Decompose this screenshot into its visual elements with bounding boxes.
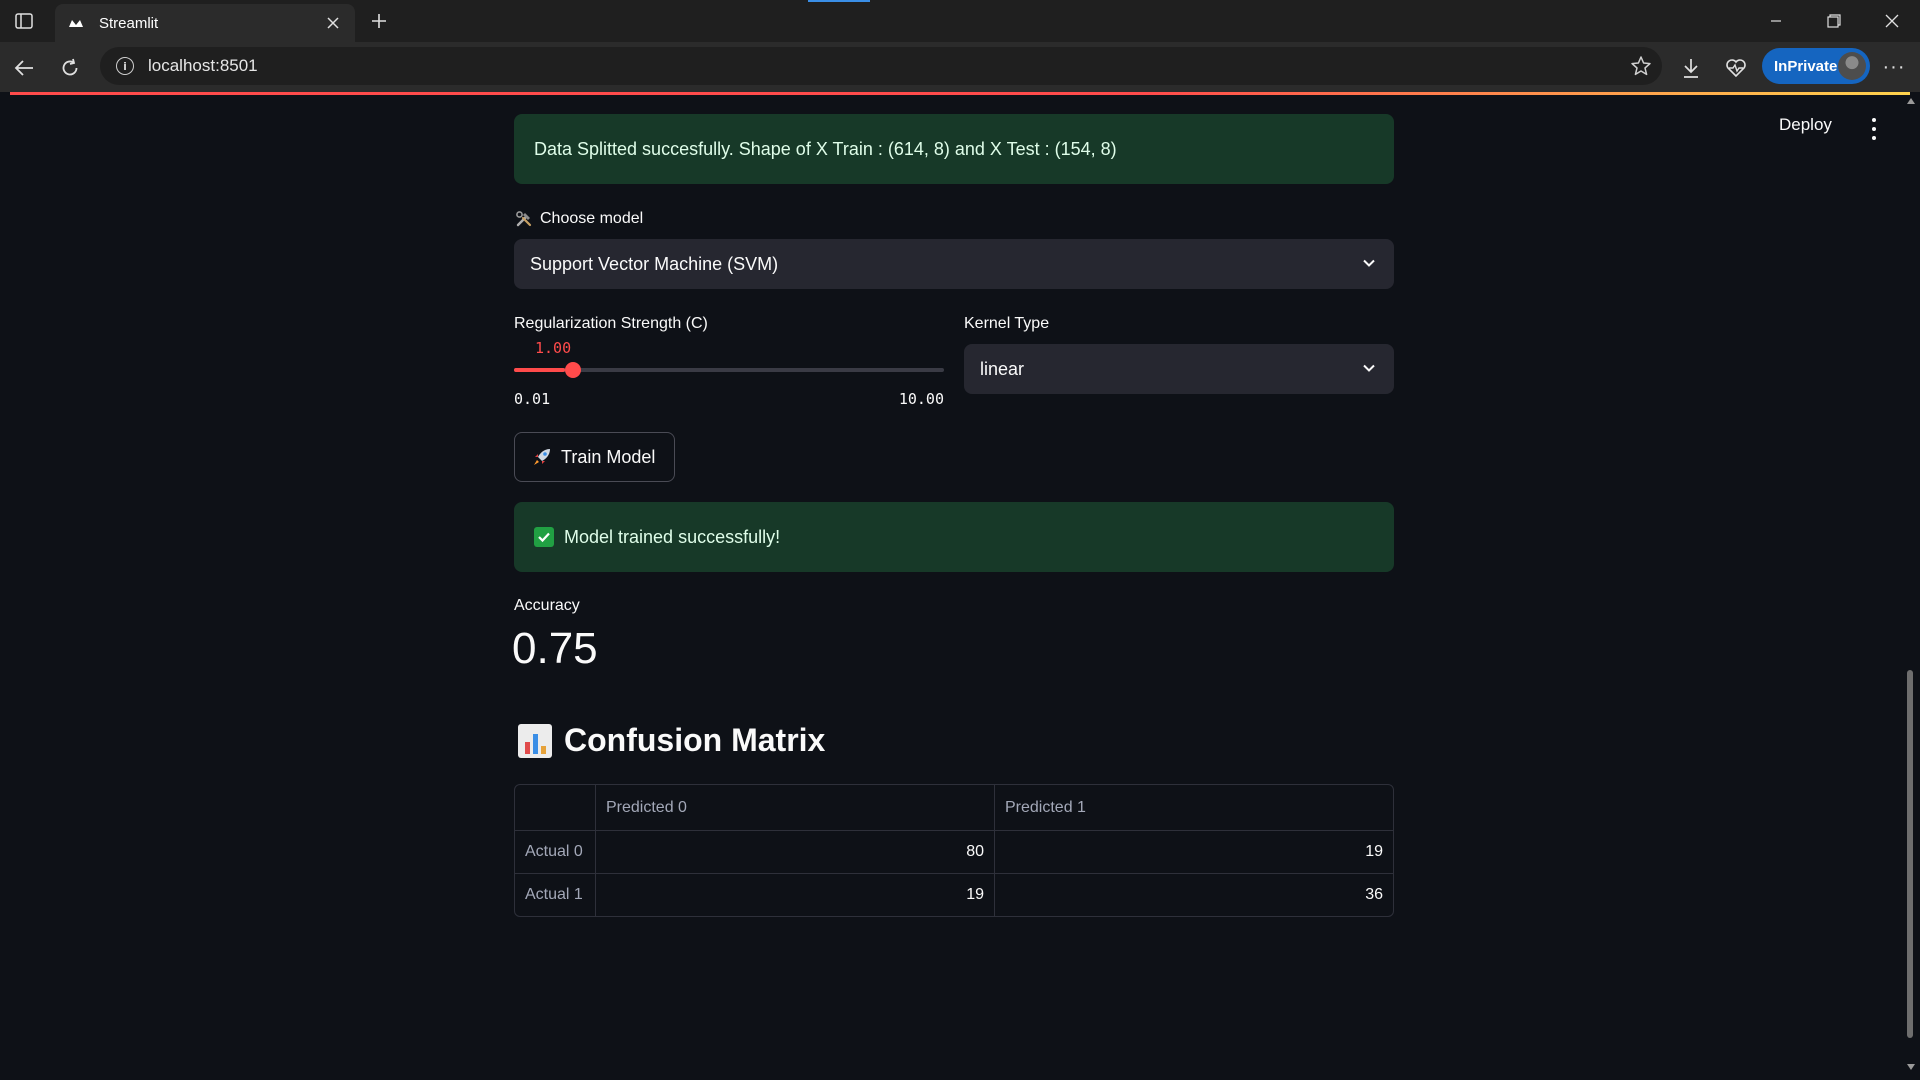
browser-titlebar: Streamlit — [0, 0, 1920, 42]
avatar — [1838, 52, 1866, 80]
close-icon[interactable] — [323, 13, 343, 33]
inprivate-label: InPrivate — [1774, 57, 1838, 75]
kernel-select-value: linear — [980, 358, 1025, 379]
table-cell[interactable]: 36 — [994, 874, 1393, 916]
more-icon[interactable]: ··· — [1880, 56, 1908, 78]
tools-icon — [514, 209, 534, 229]
restore-icon[interactable] — [1812, 6, 1856, 36]
scrollbar[interactable] — [1905, 98, 1915, 1070]
table-cell[interactable]: 80 — [595, 831, 994, 873]
column-header[interactable]: Predicted 0 — [595, 785, 994, 830]
scroll-up-arrow[interactable] — [1907, 98, 1915, 104]
scroll-thumb[interactable] — [1907, 670, 1913, 1038]
confusion-matrix-title: Confusion Matrix — [564, 722, 826, 758]
deploy-button[interactable]: Deploy — [1779, 115, 1832, 135]
browser-tab[interactable]: Streamlit — [55, 4, 355, 42]
table-index-header — [515, 785, 595, 830]
row-label: Actual 0 — [525, 843, 583, 860]
trained-message: Model trained successfully! — [564, 526, 781, 547]
model-select[interactable]: Support Vector Machine (SVM) — [514, 239, 1394, 289]
table-row: Actual 1 19 36 — [515, 873, 1393, 916]
rocket-icon — [531, 446, 553, 468]
train-model-button[interactable]: Train Model — [514, 432, 675, 482]
kebab-icon[interactable] — [1866, 118, 1882, 140]
table-header-row: Predicted 0 Predicted 1 — [515, 785, 1393, 830]
slider-max-label: 10.00 — [898, 390, 944, 408]
scroll-down-arrow[interactable] — [1907, 1064, 1915, 1070]
slider-current-value: 1.00 — [535, 339, 572, 357]
heartbeat-icon[interactable] — [1720, 52, 1752, 84]
chevron-down-icon — [1363, 364, 1375, 372]
inprivate-button[interactable]: InPrivate — [1762, 48, 1870, 84]
kernel-select[interactable]: linear — [964, 344, 1394, 394]
table-cell[interactable]: 19 — [994, 831, 1393, 873]
drag-indicator — [808, 0, 870, 2]
star-icon[interactable] — [1630, 55, 1652, 77]
confusion-matrix-table: Predicted 0 Predicted 1 Actual 0 80 19 A… — [514, 784, 1394, 917]
confusion-matrix-heading: Confusion Matrix — [518, 722, 825, 759]
choose-model-label: Choose model — [514, 209, 643, 229]
table-cell[interactable]: 19 — [595, 874, 994, 916]
sidebar-icon[interactable] — [10, 8, 38, 34]
url-text: localhost:8501 — [148, 56, 258, 75]
refresh-icon[interactable] — [54, 52, 86, 84]
kernel-type-label: Kernel Type — [964, 315, 1050, 332]
address-bar[interactable]: i localhost:8501 — [100, 47, 1662, 85]
streamlit-favicon — [67, 14, 85, 32]
close-window-icon[interactable] — [1870, 6, 1914, 36]
info-icon[interactable]: i — [116, 57, 134, 75]
plus-icon[interactable] — [365, 8, 393, 34]
accuracy-label: Accuracy — [514, 597, 580, 614]
tab-title: Streamlit — [99, 14, 159, 32]
row-label: Actual 1 — [525, 886, 583, 903]
slider-fill — [514, 368, 565, 372]
accuracy-value: 0.75 — [512, 624, 598, 673]
split-message: Data Splitted succesfully. Shape of X Tr… — [534, 138, 1117, 159]
slider-min-label: 0.01 — [514, 390, 551, 408]
train-model-label: Train Model — [561, 446, 656, 467]
browser-toolbar: i localhost:8501 InPrivate ··· — [0, 42, 1920, 92]
split-success-alert: Data Splitted succesfully. Shape of X Tr… — [514, 114, 1394, 184]
check-icon — [534, 527, 554, 547]
model-select-value: Support Vector Machine (SVM) — [530, 253, 779, 274]
slider-thumb[interactable] — [564, 362, 581, 378]
back-icon[interactable] — [8, 52, 40, 84]
minimize-icon[interactable] — [1754, 6, 1798, 36]
download-icon[interactable] — [1675, 52, 1707, 84]
choose-model-text: Choose model — [540, 210, 644, 227]
bar-chart-icon — [518, 723, 552, 758]
regularization-slider[interactable] — [514, 362, 944, 378]
column-header[interactable]: Predicted 1 — [994, 785, 1393, 830]
chevron-down-icon — [1363, 259, 1375, 267]
trained-success-alert: Model trained successfully! — [514, 502, 1394, 572]
table-row: Actual 0 80 19 — [515, 830, 1393, 873]
regularization-label: Regularization Strength (C) — [514, 315, 708, 332]
